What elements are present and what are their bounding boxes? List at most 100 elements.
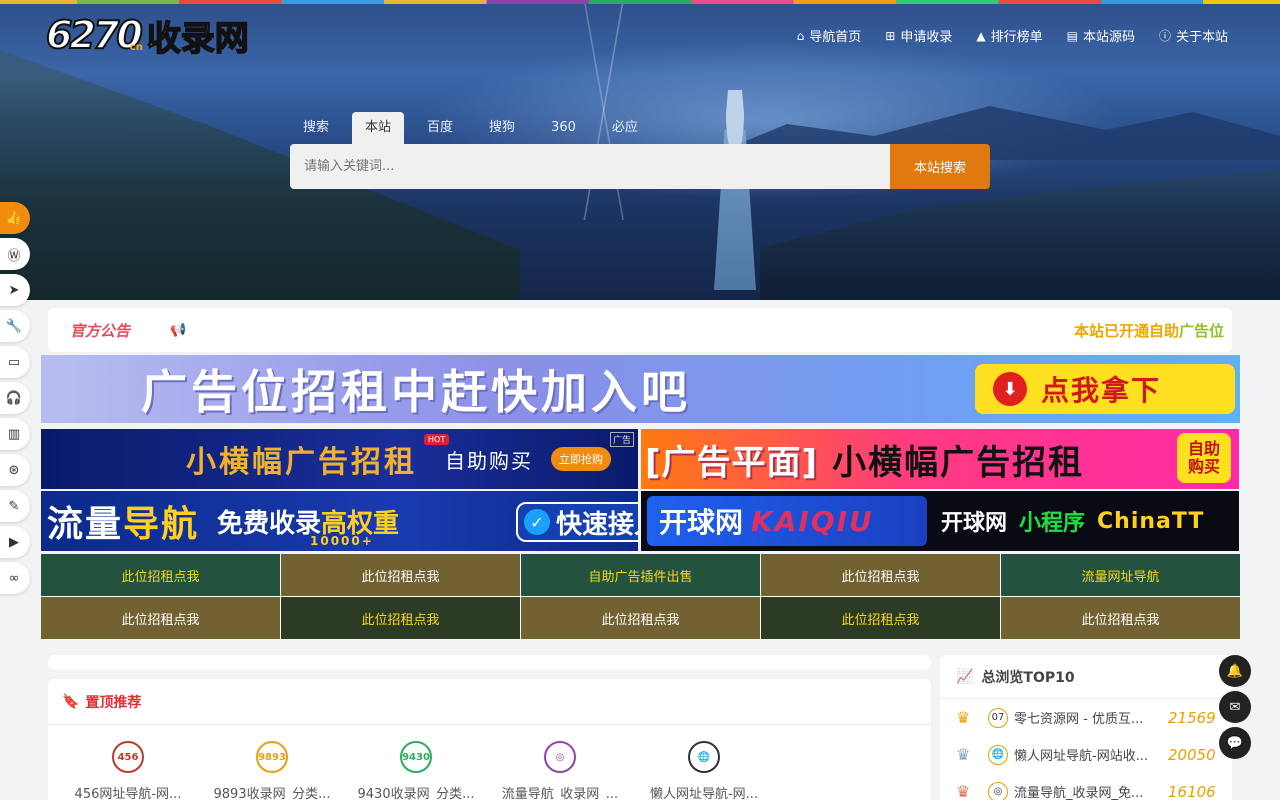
text-ad-cell[interactable]: 此位招租点我 [1001, 597, 1240, 639]
top10-view-count: 16106 [1168, 782, 1216, 800]
search-button[interactable]: 本站搜索 [890, 144, 990, 189]
search-tab-3[interactable]: 搜狗 [476, 112, 528, 144]
side-category-bar: 👍 Ⓦ ➤ 🔧 ▭ 🎧 ▥ ⊛ ✎ ▶ ∞ [0, 202, 30, 594]
hdd-icon[interactable]: ▭ [0, 346, 30, 378]
pinned-site-item[interactable]: 9430 9430收录网_分类... [344, 725, 488, 800]
wechat-icon[interactable]: 💬 [1219, 727, 1251, 759]
wordpress-icon[interactable]: Ⓦ [0, 238, 30, 270]
crown-icon: ♛ [956, 708, 971, 727]
text-ad-cell[interactable]: 自助广告插件出售 [521, 554, 760, 596]
nav-link-1[interactable]: ⊞ 申请收录 [885, 26, 953, 46]
text-ad-cell[interactable]: 此位招租点我 [41, 554, 280, 596]
pinned-site-item[interactable]: 9893 9893收录网_分类... [200, 725, 344, 800]
ad-small-2[interactable]: [广告平面] 小横幅广告招租 自助 购买 [641, 429, 1239, 489]
text-ad-cell[interactable]: 此位招租点我 [761, 554, 1000, 596]
ad-banner-button[interactable]: ⬇ 点我拿下 [975, 364, 1235, 414]
check-icon: ✓ [524, 509, 550, 535]
paint-brush-icon[interactable]: ✎ [0, 490, 30, 522]
bell-icon[interactable]: 🔔 [1219, 655, 1251, 687]
pinned-site-name: 流量导航_收录网_... [501, 787, 619, 800]
ad-small-3[interactable]: 流量导航 免费收录高权重 10000+ ✓ 快速接入 [41, 491, 638, 551]
notice-marquee[interactable]: 本站已开通自助广告位 [1074, 320, 1224, 341]
bookmark-icon: 🔖 [62, 693, 80, 710]
paper-plane-icon[interactable]: ➤ [0, 274, 30, 306]
nav-link-3[interactable]: ▤ 本站源码 [1066, 26, 1135, 46]
logo-text: 收录网 [146, 18, 250, 60]
ad-small-1[interactable]: 小横幅广告招租 HOT 自助购买 立即抢购 广告 [41, 429, 638, 489]
nav-link-2[interactable]: ▲ 排行榜单 [976, 26, 1043, 46]
search-input[interactable] [290, 144, 890, 189]
ad-buy-button[interactable]: 立即抢购 [551, 447, 611, 471]
area-chart-icon: ▲ [976, 28, 986, 43]
notice-bar: 官方公告 📢 本站已开通自助广告位 [48, 308, 1232, 352]
top10-site-name: 零七资源网 - 优质互... [1014, 712, 1144, 727]
thumbs-up-icon[interactable]: 👍 [0, 202, 30, 234]
pinned-site-item[interactable]: 456 456网址导航-网... [56, 725, 200, 800]
text-ad-cell[interactable]: 此位招租点我 [281, 554, 520, 596]
text-ad-grid: 此位招租点我 此位招租点我 自助广告插件出售 此位招租点我 流量网址导航 此位招租点我 此位… [41, 554, 1240, 639]
search-tab-4[interactable]: 360 [538, 112, 589, 144]
nav-link-4[interactable]: ⓘ 关于本站 [1159, 26, 1228, 45]
info-circle-icon: ⓘ [1158, 29, 1171, 43]
site-lanren-icon: 🌐 [688, 741, 720, 773]
gamepad-icon[interactable]: ⊛ [0, 454, 30, 486]
nav-link-0[interactable]: ⌂ 导航首页 [797, 26, 862, 46]
text-ad-cell[interactable]: 此位招租点我 [521, 597, 760, 639]
envelope-icon[interactable]: ✉ [1219, 691, 1251, 723]
headphones-icon[interactable]: 🎧 [0, 382, 30, 414]
search-tab-5[interactable]: 必应 [599, 112, 651, 144]
ad-banner-large[interactable]: 广告位招租中赶快加入吧 ⬇ 点我拿下 [41, 355, 1240, 423]
ad-small-4[interactable]: 开球网 KAIQIU 开球网 小程序 ChinaTT [641, 491, 1239, 551]
book-icon: ▤ [1066, 28, 1078, 43]
ad-cart-button[interactable]: 自助 购买 [1177, 433, 1231, 483]
text-ad-cell[interactable]: 此位招租点我 [761, 597, 1000, 639]
pinned-site-name: 456网址导航-网... [74, 787, 182, 800]
nav-label: 本站源码 [1082, 30, 1135, 45]
book-icon[interactable]: ▥ [0, 418, 30, 450]
crown-icon: ♛ [956, 782, 971, 800]
top10-row[interactable]: ♛ 07 零七资源网 - 优质互... 21569 [940, 699, 1232, 736]
pinned-site-item[interactable]: 🌐 懒人网址导航-网... [632, 725, 776, 800]
plus-square-icon: ⊞ [885, 28, 896, 43]
download-icon: ⬇ [993, 372, 1027, 406]
notice-title: 官方公告 [70, 321, 131, 340]
site-favicon-icon: ◎ [988, 781, 1008, 800]
fast-access-button[interactable]: ✓ 快速接入 [516, 502, 638, 542]
ad-banner-text: 广告位招租中赶快加入吧 [141, 365, 691, 419]
site-logo[interactable]: 6270 cn 收录网 [45, 12, 250, 59]
logo-suffix: cn [129, 41, 143, 53]
line-chart-icon: 📈 [956, 668, 974, 685]
site-9430-icon: 9430 [400, 741, 432, 773]
nav-label: 申请收录 [900, 30, 953, 45]
empty-panel [48, 655, 931, 670]
search-box: 本站搜索 [290, 144, 990, 189]
top10-row[interactable]: ♛ 🌐 懒人网址导航-网站收... 20050 [940, 736, 1232, 773]
text-ad-cell[interactable]: 此位招租点我 [281, 597, 520, 639]
wrench-icon[interactable]: 🔧 [0, 310, 30, 342]
site-liuliang-icon: ◎ [544, 741, 576, 773]
top10-row[interactable]: ♛ ◎ 流量导航_收录网_免... 16106 [940, 773, 1232, 800]
site-favicon-icon: 🌐 [988, 744, 1008, 765]
site-456-icon: 456 [112, 741, 144, 773]
top10-panel: 📈 总浏览TOP10 ♛ 07 零七资源网 - 优质互... 21569 ♛ 🌐 懒人网址导… [940, 655, 1232, 800]
top-color-stripe [0, 0, 1280, 4]
text-ad-cell[interactable]: 流量网址导航 [1001, 554, 1240, 596]
site-favicon-icon: 07 [988, 707, 1008, 728]
video-camera-icon[interactable]: ▶ [0, 526, 30, 558]
nav-label: 排行榜单 [990, 30, 1043, 45]
top10-site-name: 懒人网址导航-网站收... [1014, 749, 1149, 764]
search-tab-2[interactable]: 百度 [414, 112, 466, 144]
top10-view-count: 20050 [1168, 745, 1216, 764]
pinned-site-item[interactable]: ◎ 流量导航_收录网_... [488, 725, 632, 800]
bullhorn-icon: 📢 [170, 322, 187, 338]
nav-label: 导航首页 [809, 30, 862, 45]
search-tab-0: 搜索 [303, 120, 330, 135]
pinned-site-name: 9893收录网_分类... [213, 787, 331, 800]
text-ad-cell[interactable]: 此位招租点我 [41, 597, 280, 639]
search-tab-1[interactable]: 本站 [352, 112, 405, 144]
logo-number: 6270 [45, 12, 144, 58]
link-icon[interactable]: ∞ [0, 562, 30, 594]
site-9893-icon: 9893 [256, 741, 288, 773]
pinned-header: 🔖 置顶推荐 [48, 679, 931, 725]
pinned-site-name: 9430收录网_分类... [357, 787, 475, 800]
